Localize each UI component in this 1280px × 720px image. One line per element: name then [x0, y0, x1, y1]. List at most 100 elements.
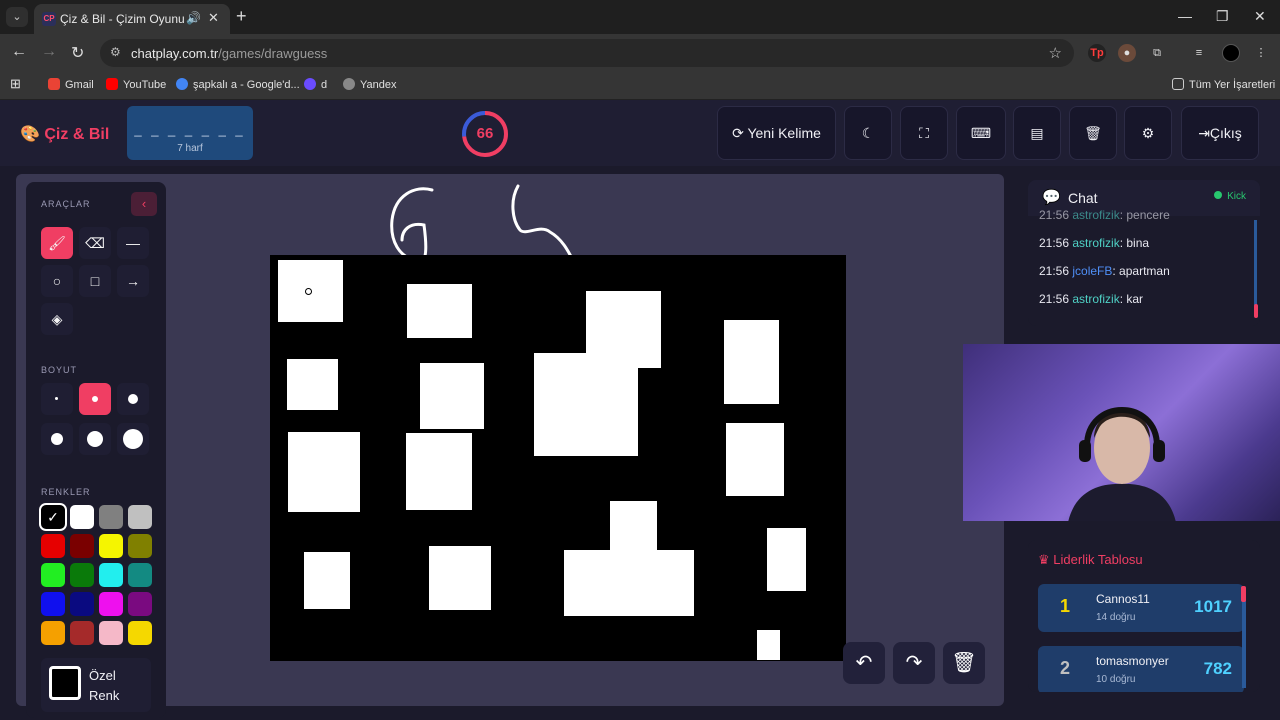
leaderboard-row[interactable]: 2 tomasmonyer 10 doğru 782	[1038, 646, 1244, 692]
profile-avatar[interactable]	[1222, 44, 1240, 62]
size-option-2[interactable]	[79, 383, 111, 415]
bookmark-youtube[interactable]: YouTube	[106, 78, 166, 91]
browser-menu-icon[interactable]: ⋮	[1252, 44, 1270, 62]
color-swatch[interactable]	[99, 621, 123, 645]
drawing-canvas[interactable]	[270, 255, 846, 661]
custom-color-preview[interactable]	[49, 666, 81, 700]
color-swatch[interactable]	[99, 563, 123, 587]
chat-scrollbar[interactable]	[1254, 220, 1257, 316]
new-tab-button[interactable]: +	[236, 6, 247, 27]
drawn-shape	[564, 550, 694, 616]
bookmarks-bar: ⊞ Gmail YouTube şapkalı a - Google'd... …	[0, 72, 1280, 100]
apps-grid-icon[interactable]: ⊞	[10, 76, 21, 92]
extensions-puzzle-icon[interactable]: ⧉	[1148, 44, 1166, 62]
dark-mode-button[interactable]: ☾	[844, 106, 892, 160]
color-swatch[interactable]	[41, 534, 65, 558]
size-option-6[interactable]	[117, 423, 149, 455]
drawn-shape	[420, 363, 484, 429]
color-swatch[interactable]	[70, 534, 94, 558]
tab-active[interactable]: CP Çiz & Bil - Çizim Oyunu 🔊 ✕	[34, 4, 230, 34]
moon-icon: ☾	[861, 125, 875, 141]
settings-button[interactable]: ⚙	[1124, 106, 1172, 160]
color-swatch[interactable]	[128, 592, 152, 616]
bookmark-google[interactable]: şapkalı a - Google'd...	[176, 78, 300, 91]
square-icon: □	[90, 273, 100, 289]
color-swatch[interactable]	[128, 563, 152, 587]
yandex-icon	[343, 78, 355, 90]
fill-tool[interactable]: ◈	[41, 303, 73, 335]
window-close-button[interactable]: ✕	[1254, 8, 1266, 25]
redo-button[interactable]: ↷	[893, 642, 935, 684]
clear-canvas-button[interactable]: 🗑	[943, 642, 985, 684]
exit-button[interactable]: ⇥Çıkış	[1181, 106, 1259, 160]
leaderboard-scrollbar[interactable]	[1242, 588, 1246, 688]
circle-tool[interactable]: ○	[41, 265, 73, 297]
drawn-shape	[288, 432, 360, 512]
bookmark-yandex[interactable]: Yandex	[343, 78, 397, 91]
leaderboard-row[interactable]: 1 Cannos11 14 doğru 1017	[1038, 584, 1244, 632]
color-swatch[interactable]	[99, 534, 123, 558]
color-swatch[interactable]	[70, 621, 94, 645]
site-info-icon[interactable]: ⚙	[110, 45, 121, 59]
archive-icon: ▤	[1030, 125, 1044, 141]
tab-search-button[interactable]: ⌄	[6, 7, 28, 27]
media-control-icon[interactable]: ≡	[1190, 44, 1208, 62]
color-swatch[interactable]	[70, 563, 94, 587]
color-swatch[interactable]	[128, 534, 152, 558]
reload-button[interactable]: ↻	[71, 43, 84, 63]
tab-close-icon[interactable]: ✕	[208, 10, 219, 26]
color-swatch[interactable]	[41, 592, 65, 616]
color-swatch[interactable]	[70, 592, 94, 616]
size-option-4[interactable]	[41, 423, 73, 455]
arrow-tool[interactable]: →	[117, 265, 149, 297]
color-swatch[interactable]	[99, 505, 123, 529]
arrow-right-icon: →	[126, 273, 140, 289]
custom-color-picker[interactable]: Özel Renk	[41, 658, 151, 712]
keyboard-button[interactable]: ⌨	[956, 106, 1006, 160]
address-bar[interactable]: ⚙ chatplay.com.tr/games/drawguess ☆	[100, 39, 1074, 67]
tab-title: Çiz & Bil - Çizim Oyunu	[60, 12, 185, 26]
eraser-tool[interactable]: ⌫	[79, 227, 111, 259]
bookmark-star-icon[interactable]: ☆	[1049, 44, 1062, 62]
rectangle-tool[interactable]: □	[79, 265, 111, 297]
maximize-button[interactable]: ❐	[1216, 8, 1229, 25]
url-text: chatplay.com.tr/games/drawguess	[131, 46, 328, 61]
undo-button[interactable]: ↶	[843, 642, 885, 684]
color-swatch[interactable]	[128, 505, 152, 529]
archive-button[interactable]: ▤	[1013, 106, 1061, 160]
leaderboard-score: 1017	[1194, 597, 1232, 616]
drawn-shape	[304, 552, 350, 609]
line-icon: —	[126, 235, 140, 251]
minimize-button[interactable]: —	[1178, 8, 1192, 24]
leaderboard-scroll-thumb[interactable]	[1241, 586, 1246, 602]
brush-tool[interactable]: 🖌	[41, 227, 73, 259]
app-logo[interactable]: 🎨 Çiz & Bil	[20, 124, 109, 144]
back-button[interactable]: ←	[11, 43, 27, 61]
timer-value: 66	[476, 125, 494, 142]
all-bookmarks-folder[interactable]: Tüm Yer İşaretleri	[1172, 78, 1275, 91]
bookmark-gmail[interactable]: Gmail	[48, 78, 94, 91]
new-word-button[interactable]: ⟳ Yeni Kelime	[717, 106, 836, 160]
forward-button[interactable]: →	[41, 43, 57, 61]
color-swatch[interactable]	[41, 621, 65, 645]
color-swatch[interactable]	[99, 592, 123, 616]
extension-avatar-icon[interactable]: ●	[1118, 44, 1136, 62]
color-swatch[interactable]	[41, 563, 65, 587]
size-option-1[interactable]	[41, 383, 73, 415]
eraser-icon: ⌫	[85, 235, 105, 251]
clear-button[interactable]: 🗑	[1069, 106, 1117, 160]
color-swatch[interactable]	[70, 505, 94, 529]
color-swatch[interactable]: ✓	[39, 503, 67, 531]
color-swatch[interactable]	[128, 621, 152, 645]
extension-tp-icon[interactable]: Tp	[1088, 44, 1106, 62]
audio-playing-icon[interactable]: 🔊	[186, 11, 201, 25]
size-option-3[interactable]	[117, 383, 149, 415]
colors-heading: RENKLER	[41, 487, 91, 497]
fullscreen-button[interactable]: ⛶	[900, 106, 948, 160]
collapse-toolbox-button[interactable]: ‹	[131, 192, 157, 216]
size-option-5[interactable]	[79, 423, 111, 455]
chat-scroll-thumb[interactable]	[1254, 304, 1258, 318]
line-tool[interactable]: —	[117, 227, 149, 259]
bookmark-d[interactable]: d	[304, 78, 327, 91]
site-favicon: CP	[42, 12, 56, 26]
